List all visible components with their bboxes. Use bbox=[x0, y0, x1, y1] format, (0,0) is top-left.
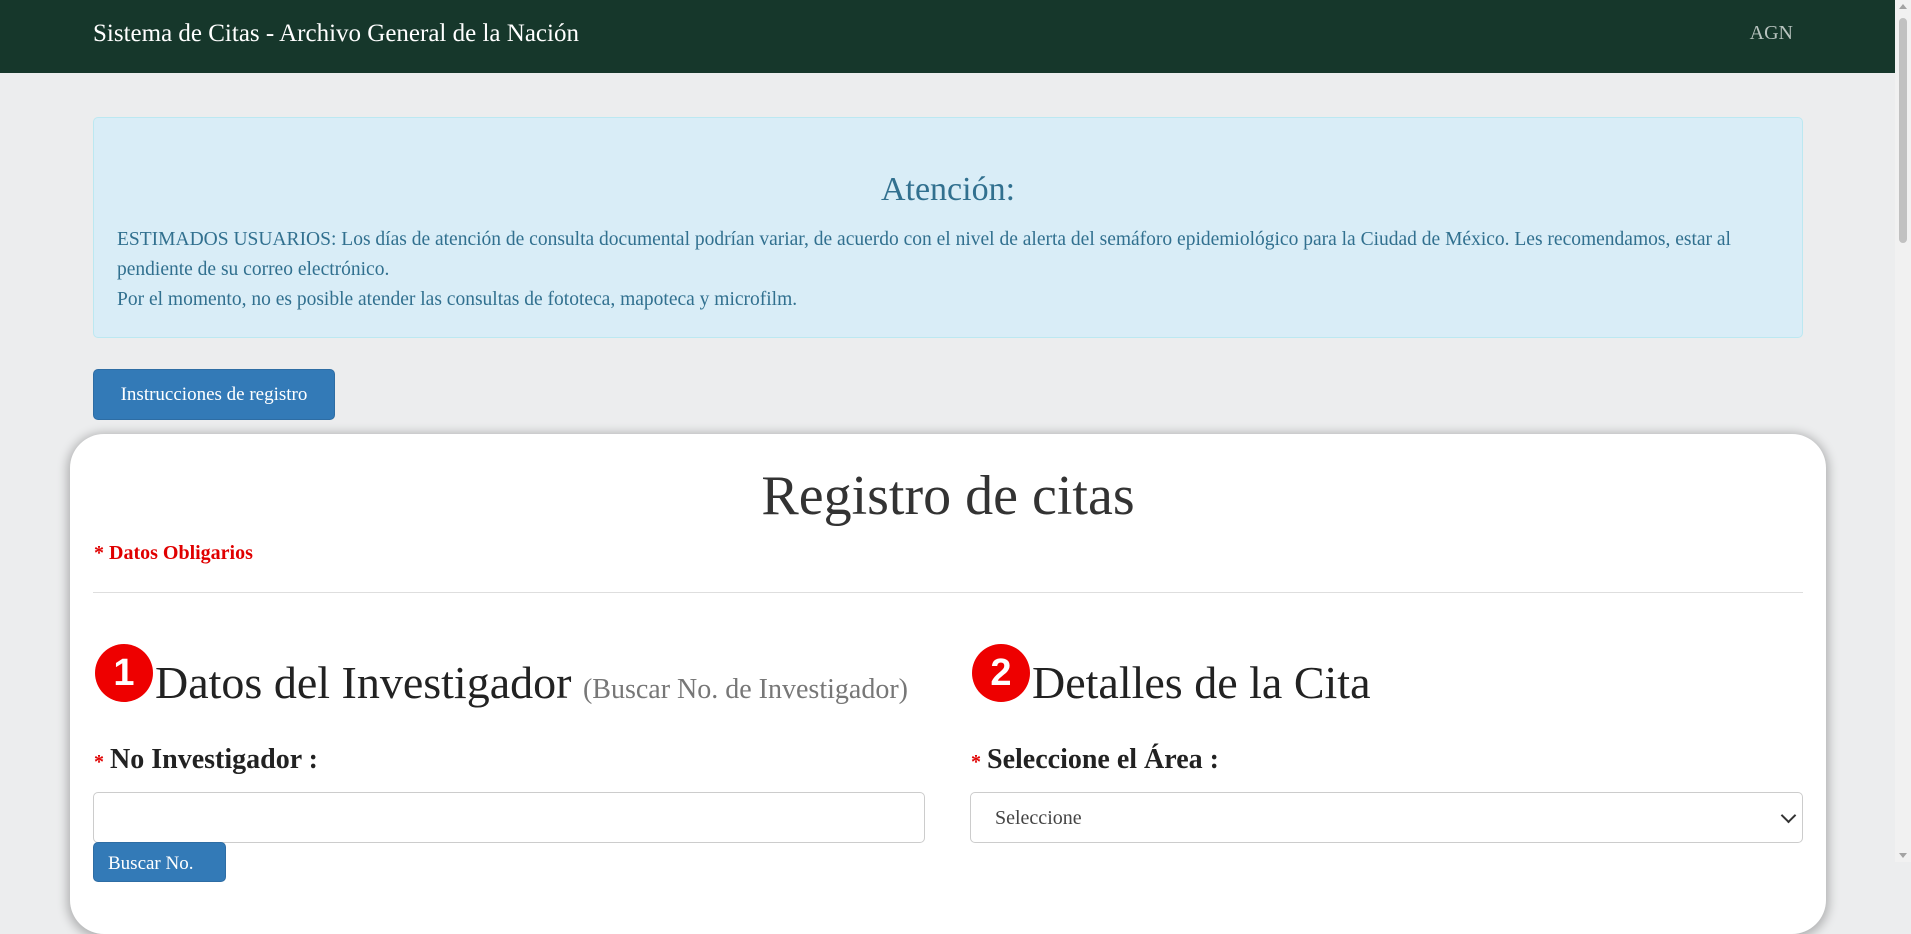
required-fields-note: * Datos Obligarios bbox=[94, 542, 253, 564]
navbar-link-agn[interactable]: AGN bbox=[1750, 22, 1793, 45]
alert-line-2: Por el momento, no es posible atender la… bbox=[117, 289, 798, 310]
required-marker: * bbox=[94, 751, 104, 773]
researcher-number-label: * No Investigador : bbox=[94, 744, 318, 775]
instructions-button[interactable]: Instrucciones de registro bbox=[93, 369, 335, 420]
top-navbar: Sistema de Citas - Archivo General de la… bbox=[0, 0, 1895, 73]
area-select-value: Seleccione bbox=[995, 807, 1082, 829]
navbar-brand[interactable]: Sistema de Citas - Archivo General de la… bbox=[93, 20, 579, 48]
area-select[interactable]: Seleccione bbox=[970, 792, 1803, 843]
divider bbox=[93, 592, 1803, 593]
section-researcher-subtitle: (Buscar No. de Investigador) bbox=[582, 674, 908, 705]
alert-line-1: ESTIMADOS USUARIOS: Los días de atención… bbox=[117, 229, 1731, 280]
section-researcher-heading: Datos del Investigador bbox=[155, 657, 572, 708]
section-researcher-title: Datos del Investigador (Buscar No. de In… bbox=[155, 656, 908, 709]
alert-body: ESTIMADOS USUARIOS: Los días de atención… bbox=[117, 225, 1762, 315]
section-appointment-title: Detalles de la Cita bbox=[1032, 657, 1371, 708]
required-marker: * bbox=[971, 751, 981, 773]
scroll-down-arrow-icon[interactable] bbox=[1899, 853, 1907, 858]
chevron-down-icon bbox=[1780, 807, 1797, 824]
scroll-thumb[interactable] bbox=[1899, 18, 1907, 243]
scroll-up-arrow-icon[interactable] bbox=[1899, 4, 1907, 9]
area-label: * Seleccione el Área : bbox=[971, 744, 1219, 775]
search-researcher-button[interactable]: Buscar No. bbox=[93, 842, 226, 882]
attention-alert: Atención: ESTIMADOS USUARIOS: Los días d… bbox=[93, 117, 1803, 338]
form-title: Registro de citas bbox=[761, 465, 1135, 527]
appointment-form-card: Registro de citas * Datos Obligarios 1 D… bbox=[70, 434, 1826, 934]
alert-title: Atención: bbox=[880, 171, 1016, 208]
page-scrollbar[interactable] bbox=[1895, 0, 1911, 862]
researcher-number-input[interactable] bbox=[93, 792, 925, 843]
step-1-badge: 1 bbox=[95, 644, 153, 702]
step-2-badge: 2 bbox=[972, 644, 1030, 702]
